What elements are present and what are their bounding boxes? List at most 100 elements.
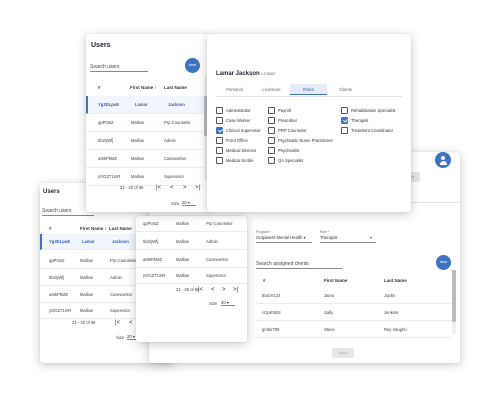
role-checkbox-case-worker[interactable] [216, 117, 223, 124]
role-checkbox-payroll[interactable] [268, 107, 275, 114]
role-checkbox-rehabilitation-specialist[interactable] [341, 107, 348, 114]
column-header-first-name[interactable]: First Name ↑ [130, 85, 157, 90]
clients-scrollbar[interactable] [452, 270, 456, 334]
role-checkbox-qa-specialist[interactable] [268, 157, 275, 164]
role-checkbox-treatment-coordinator[interactable] [341, 127, 348, 134]
user-detail-title: Lamar Jackson LCSWC [216, 71, 276, 77]
tab-roles[interactable]: Roles [290, 84, 327, 95]
tab-personal[interactable]: Personal [216, 84, 253, 95]
page-size-select[interactable]: 20 ▾ [221, 300, 235, 306]
row-id: aI6kPbMZ [98, 156, 118, 161]
clients-column-header-id[interactable]: # [263, 278, 266, 283]
table-row[interactable]: aI6kPbMZ Mallow Caseworker [86, 150, 204, 168]
last-page-icon[interactable]: >| [195, 184, 200, 192]
role-checkbox-psychiatric-nurse-practitioner[interactable] [268, 137, 275, 144]
row-last-name: Jackson [168, 102, 185, 107]
chevron-down-icon: ▾ [370, 235, 373, 240]
table-row[interactable]: 5b2rjWfj Mallow Admin [136, 234, 247, 250]
row-last-name: Jackson [112, 239, 129, 244]
page-size-label: Size [116, 335, 125, 340]
table-row[interactable]: qpPt4sZ Mallow Prp Counselor [40, 253, 140, 269]
tab-clients[interactable]: Clients [327, 84, 364, 95]
row-last-name: Prp Counselor [110, 258, 137, 263]
program-select[interactable]: Outpatient Mental Health ▾ [256, 235, 312, 243]
row-last-name: Admin [110, 275, 122, 280]
chevron-down-icon: ▾ [226, 300, 229, 305]
role-checkbox-front-office[interactable] [216, 137, 223, 144]
next-page-icon[interactable]: > [183, 184, 187, 192]
row-last-name: Supervisor [206, 273, 227, 278]
row-last-name: Prp Counselor [164, 120, 191, 125]
table-row[interactable]: 5b2rjWfj Mallow Admin [40, 270, 140, 286]
role-label: Psychiatric Nurse Practitioner [278, 138, 333, 143]
chevron-down-icon: ▾ [303, 235, 306, 240]
previous-page-icon[interactable]: < [211, 286, 215, 294]
table-row[interactable]: Yg3DLpu8 Lamar Jackson [86, 96, 204, 114]
row-id: 5b2rjWfj [49, 275, 65, 280]
table-row[interactable]: yOGZ71mR Mallow Supervisor [40, 303, 140, 319]
role-label: QA Specialist [278, 158, 303, 163]
row-first-name: Mallow [131, 174, 145, 179]
table-row[interactable]: 5b2rjWfj Mallow Admin [86, 132, 204, 150]
row-id: qpPt4sZ [49, 258, 65, 263]
row-id: Yg3DLpu8 [49, 239, 70, 244]
column-header-id[interactable]: # [49, 226, 52, 231]
client-id: tEaoV124 [262, 293, 281, 298]
clients-column-header-first-name[interactable]: First Name [324, 278, 347, 283]
row-first-name: Mallow [131, 120, 145, 125]
table-row[interactable]: qpPt4sZ Mallow Prp Counselor [136, 216, 247, 232]
page-size-select[interactable]: 20 ▾ [182, 200, 196, 206]
table-row[interactable]: aI6kPbMZ Mallow Caseworker [40, 287, 140, 303]
clients-clear-button[interactable]: clear [436, 255, 451, 270]
client-first-name: Steve [324, 327, 335, 332]
row-last-name: Supervisor [110, 308, 131, 313]
table-row[interactable]: aI6kPbMZ Mallow Caseworker [136, 252, 247, 268]
search-input[interactable]: Search users [90, 63, 148, 72]
role-checkbox-medical-director[interactable] [216, 147, 223, 154]
row-id: Yg3DLpu8 [98, 102, 119, 107]
first-page-icon[interactable]: |< [115, 319, 120, 327]
clients-column-header-last-name[interactable]: Last Name [384, 278, 407, 283]
row-last-name: Admin [206, 239, 218, 244]
role-checkbox-prescriber[interactable] [268, 117, 275, 124]
next-page-icon[interactable]: > [222, 286, 226, 294]
tab-licensure[interactable]: Licensure [253, 84, 290, 95]
client-row[interactable]: tEaoV124 Jamo Joplin [256, 288, 452, 304]
table-row[interactable]: qpPt4sZ Mallow Prp Counselor [86, 114, 204, 132]
pagination-range: 21 - 40 of 66 [176, 287, 200, 292]
first-page-icon[interactable]: |< [198, 286, 203, 294]
role-checkbox-medical-scribe[interactable] [216, 157, 223, 164]
column-header-first-name[interactable]: First Name ↑ [80, 226, 107, 231]
client-row[interactable]: cGpKt553 Sally Jenkins [256, 305, 452, 321]
role-select[interactable]: Therapist ▾ [320, 235, 376, 243]
add-user-icon[interactable] [435, 152, 451, 168]
page-size-label: Size [209, 301, 218, 306]
previous-page-icon[interactable]: < [129, 319, 133, 327]
role-checkbox-psychiatrist[interactable] [268, 147, 275, 154]
client-row[interactable]: gn3kr758 Steve Ray Vaughn [256, 322, 452, 338]
previous-page-icon[interactable]: < [170, 184, 174, 192]
save-button[interactable]: Save [332, 348, 354, 358]
chevron-down-icon: ▾ [187, 200, 190, 205]
role-checkbox-prp-counselor[interactable] [268, 127, 275, 134]
last-page-icon[interactable]: >| [233, 286, 238, 294]
role-label: Administrator [226, 108, 251, 113]
arrow-up-icon: ↑ [154, 85, 157, 90]
column-header-last-name[interactable]: Last Name [109, 226, 132, 231]
pagination-range: 21 - 40 of 66 [72, 320, 96, 325]
role-checkbox-administrator[interactable] [216, 107, 223, 114]
row-id: qpPt4sZ [143, 221, 159, 226]
scrollbar-thumb[interactable] [452, 270, 456, 322]
row-id: yOGZ71mR [98, 174, 121, 179]
clients-search-input[interactable]: Search assigned clients [256, 260, 342, 269]
table-row[interactable]: yOGZ71mR Mallow Supervisor [136, 268, 247, 284]
column-header-last-name[interactable]: Last Name [164, 85, 187, 90]
clear-button[interactable]: clear [185, 58, 200, 73]
first-page-icon[interactable]: |< [156, 184, 161, 192]
pagination-range: 21 - 40 of 66 [120, 185, 144, 190]
role-checkbox-therapist[interactable] [341, 117, 348, 124]
table-row[interactable]: Yg3DLpu8 Lamar Jackson [40, 234, 140, 250]
page-title: Users [43, 189, 60, 195]
column-header-id[interactable]: # [98, 85, 101, 90]
role-checkbox-clinical-supervisor[interactable] [216, 127, 223, 134]
